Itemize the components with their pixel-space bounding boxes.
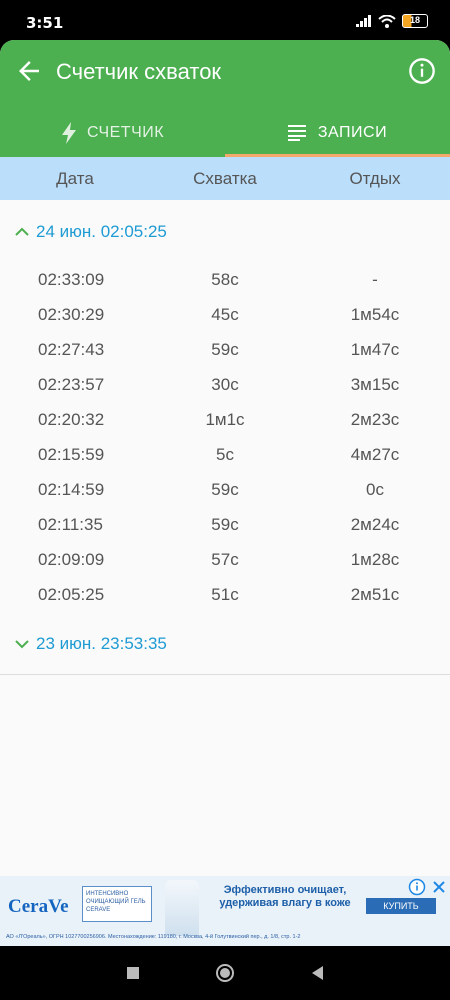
- ad-product-box: ИНТЕНСИВНО ОЧИЩАЮЩИЙ ГЕЛЬ CERAVE: [82, 886, 152, 922]
- back-triangle-icon[interactable]: [308, 963, 328, 983]
- ad-legal-text: АО «Л'Ореаль», ОГРН 1027700256906. Место…: [6, 934, 301, 940]
- cell-contraction: 30с: [211, 374, 239, 394]
- status-bar: 3:51 18: [0, 0, 450, 40]
- cell-rest: 1м47с: [350, 339, 400, 359]
- column-rest: Отдых: [349, 168, 401, 188]
- ad-info-icon[interactable]: [408, 878, 426, 896]
- cell-rest: 3м15с: [350, 374, 400, 394]
- table-row: 02:20:32 1м1с 2м23с: [0, 402, 450, 437]
- cell-rest: -: [372, 269, 378, 289]
- cell-time: 02:11:35: [38, 514, 103, 534]
- ad-product-image: [165, 880, 199, 936]
- cell-contraction: 59с: [211, 339, 239, 359]
- system-nav-bar: [0, 946, 450, 1000]
- table-row: 02:14:59 59с 0с: [0, 472, 450, 507]
- chevron-down-icon: [15, 640, 29, 649]
- table-row: 02:11:35 59с 2м24с: [0, 507, 450, 542]
- tab-records[interactable]: ЗАПИСИ: [225, 108, 450, 157]
- tab-counter[interactable]: СЧЕТЧИК: [0, 108, 225, 157]
- column-date: Дата: [56, 168, 94, 188]
- records-list: 02:33:09 58с - 02:30:29 45с 1м54с 02:27:…: [0, 262, 450, 612]
- table-row: 02:30:29 45с 1м54с: [0, 297, 450, 332]
- table-row: 02:27:43 59с 1м47с: [0, 332, 450, 367]
- close-icon[interactable]: [430, 878, 448, 896]
- arrow-left-icon[interactable]: [14, 56, 44, 86]
- cell-contraction: 51с: [211, 584, 239, 604]
- cell-time: 02:30:29: [38, 304, 105, 324]
- recents-icon[interactable]: [123, 963, 143, 983]
- ad-buy-button[interactable]: КУПИТЬ: [366, 898, 436, 914]
- table-row: 02:33:09 58с -: [0, 262, 450, 297]
- table-row: 02:09:09 57с 1м28с: [0, 542, 450, 577]
- cell-time: 02:09:09: [38, 549, 105, 569]
- cell-contraction: 57с: [211, 549, 239, 569]
- tab-counter-label: СЧЕТЧИК: [86, 123, 165, 141]
- page-title: Счетчик схваток: [56, 59, 222, 84]
- table-row: 02:15:59 5с 4м27с: [0, 437, 450, 472]
- app-bar: Счетчик схваток СЧЕТЧИК ЗАПИСИ: [0, 40, 450, 157]
- cell-time: 02:15:59: [38, 444, 105, 464]
- cell-rest: 1м28с: [350, 549, 400, 569]
- cell-contraction: 45с: [211, 304, 239, 324]
- cell-contraction: 1м1с: [205, 409, 245, 429]
- column-header: Дата Схватка Отдых: [0, 157, 450, 200]
- cell-time: 02:33:09: [38, 269, 105, 289]
- ad-banner[interactable]: CeraVe ИНТЕНСИВНО ОЧИЩАЮЩИЙ ГЕЛЬ CERAVE …: [0, 876, 450, 946]
- wifi-icon: [378, 14, 396, 28]
- column-contraction: Схватка: [193, 168, 257, 188]
- cell-contraction: 5с: [216, 444, 234, 464]
- chevron-up-icon: [15, 227, 29, 236]
- group-label: 23 июн. 23:53:35: [36, 634, 167, 653]
- signal-icon: [356, 15, 371, 27]
- ad-brand-logo: CeraVe: [8, 896, 69, 917]
- cell-time: 02:14:59: [38, 479, 105, 499]
- battery-icon: 18: [402, 14, 428, 28]
- cell-rest: 4м27с: [350, 444, 400, 464]
- cell-contraction: 59с: [211, 514, 239, 534]
- app-window: Счетчик схваток СЧЕТЧИК ЗАПИСИ Дата Схва: [0, 40, 450, 876]
- status-time: 3:51: [26, 14, 64, 32]
- tab-records-label: ЗАПИСИ: [317, 123, 388, 141]
- home-icon[interactable]: [215, 963, 235, 983]
- divider: [0, 674, 450, 675]
- group-label: 24 июн. 02:05:25: [36, 222, 167, 241]
- table-row: 02:05:25 51с 2м51с: [0, 577, 450, 612]
- group-header[interactable]: 23 июн. 23:53:35: [0, 626, 450, 662]
- cell-rest: 2м51с: [350, 584, 400, 604]
- ad-headline: Эффективно очищает, удерживая влагу в ко…: [219, 884, 351, 909]
- list-lines-icon: [287, 124, 306, 141]
- cell-contraction: 59с: [211, 479, 239, 499]
- cell-time: 02:05:25: [38, 584, 105, 604]
- cell-time: 02:27:43: [38, 339, 105, 359]
- status-icons: 18: [356, 14, 428, 28]
- cell-rest: 0с: [366, 479, 384, 499]
- cell-time: 02:23:57: [38, 374, 105, 394]
- info-icon[interactable]: [408, 57, 436, 85]
- cell-rest: 2м23с: [350, 409, 400, 429]
- table-row: 02:23:57 30с 3м15с: [0, 367, 450, 402]
- group-header[interactable]: 24 июн. 02:05:25: [0, 214, 450, 250]
- cell-rest: 2м24с: [350, 514, 400, 534]
- lightning-icon: [61, 121, 76, 144]
- cell-rest: 1м54с: [350, 304, 400, 324]
- cell-contraction: 58с: [211, 269, 239, 289]
- cell-time: 02:20:32: [38, 409, 105, 429]
